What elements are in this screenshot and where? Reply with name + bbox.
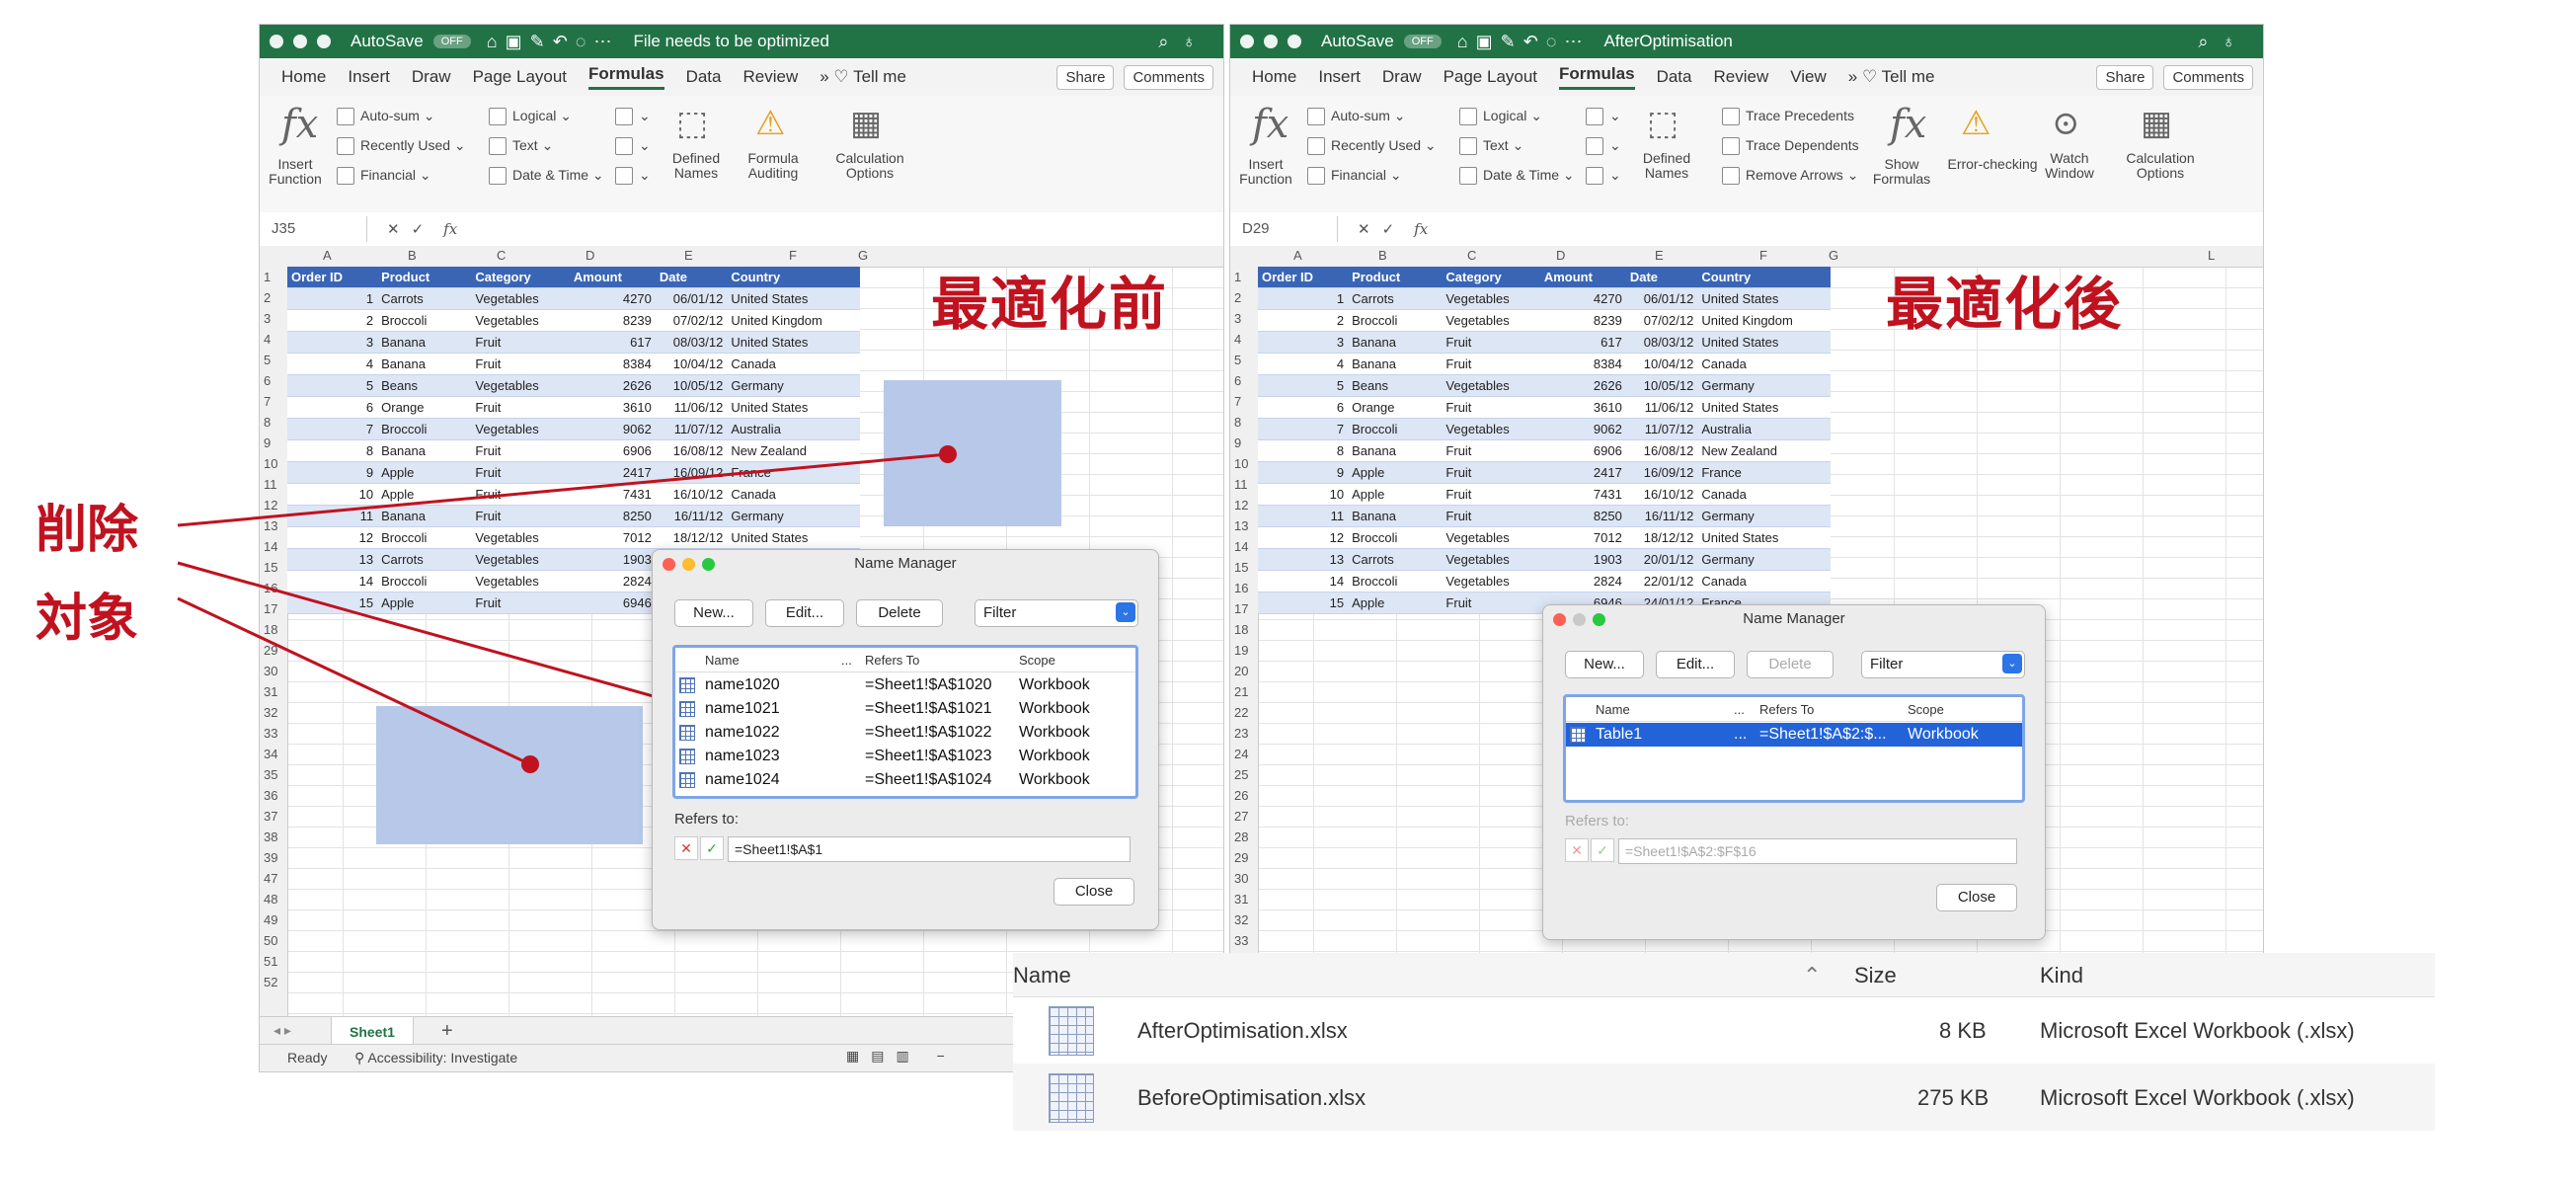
edit-button[interactable]: Edit... (765, 599, 844, 627)
table-icon (679, 676, 695, 694)
refers-cell: =Sheet1!$A$1020 (865, 676, 992, 693)
confirm-edit-icon[interactable]: ✓ (1591, 838, 1614, 862)
dialog-title: Name Manager (1743, 610, 1845, 627)
name-row[interactable]: name1020 =Sheet1!$A$1020 Workbook (675, 673, 1135, 697)
names-list[interactable]: Name ... Refers To Scope name1020 =Sheet1… (672, 645, 1138, 799)
col-dots[interactable]: ... (841, 653, 852, 668)
dots-cell: ... (1734, 726, 1748, 743)
finder-file-list: Name ⌃ Size Kind AfterOptimisation.xlsx … (1013, 953, 2435, 1164)
file-size: 8 KB (1939, 1018, 1987, 1043)
file-name: BeforeOptimisation.xlsx (1137, 1085, 1366, 1110)
col-name[interactable]: Name (705, 653, 740, 668)
arrow-line-3 (177, 596, 531, 766)
table-icon (679, 700, 695, 718)
arrow-line-1 (177, 452, 949, 527)
col-refers-to[interactable]: Refers To (1759, 702, 1814, 717)
names-list[interactable]: Name ... Refers To Scope Table1 ... =She… (1563, 694, 2025, 803)
name-cell: Table1 (1596, 726, 1643, 743)
file-row[interactable]: BeforeOptimisation.xlsx 275 KB Microsoft… (1013, 1064, 2435, 1131)
name-manager-dialog-after: Name Manager New... Edit... Delete Filte… (1542, 604, 2046, 940)
table-icon (679, 724, 695, 742)
col-dots[interactable]: ... (1734, 702, 1745, 717)
finder-header: Name ⌃ Size Kind (1013, 953, 2435, 997)
dialog-title: Name Manager (854, 555, 957, 572)
filter-select[interactable]: Filter ⌄ (1861, 651, 2025, 678)
scope-cell: Workbook (1019, 700, 1090, 717)
refers-cell: =Sheet1!$A$1024 (865, 771, 992, 788)
refers-cell: =Sheet1!$A$1022 (865, 724, 992, 741)
table-icon (679, 748, 695, 765)
filter-label: Filter (983, 604, 1017, 621)
scope-cell: Workbook (1019, 771, 1090, 788)
file-name: AfterOptimisation.xlsx (1137, 1018, 1348, 1043)
name-cell: name1020 (705, 676, 780, 693)
chevron-down-icon: ⌄ (2002, 654, 2022, 673)
sort-ascending-icon[interactable]: ⌃ (1803, 963, 1821, 988)
scope-cell: Workbook (1908, 726, 1979, 743)
name-manager-dialog-before: Name Manager New... Edit... Delete Filte… (652, 549, 1159, 930)
name-cell: name1024 (705, 771, 780, 788)
delete-button[interactable]: Delete (856, 599, 943, 627)
close-button[interactable]: Close (1054, 878, 1134, 906)
name-row[interactable]: name1024 =Sheet1!$A$1024 Workbook (675, 768, 1135, 792)
filter-select[interactable]: Filter ⌄ (975, 599, 1138, 627)
name-row-selected[interactable]: Table1 ... =Sheet1!$A$2:$... Workbook (1566, 723, 2022, 747)
chevron-down-icon: ⌄ (1116, 602, 1135, 622)
col-name[interactable]: Name (1596, 702, 1630, 717)
col-kind-header[interactable]: Kind (2040, 963, 2083, 988)
name-row[interactable]: name1021 =Sheet1!$A$1021 Workbook (675, 697, 1135, 721)
scope-cell: Workbook (1019, 748, 1090, 764)
name-cell: name1023 (705, 748, 780, 764)
cancel-edit-icon[interactable]: ✕ (1565, 838, 1589, 862)
col-size-header[interactable]: Size (1854, 963, 1897, 988)
refers-cell: =Sheet1!$A$2:$... (1759, 726, 1887, 743)
xlsx-file-icon (1049, 1073, 1094, 1123)
col-refers-to[interactable]: Refers To (865, 653, 919, 668)
close-button[interactable]: Close (1936, 884, 2017, 911)
col-name-header[interactable]: Name (1013, 963, 1071, 988)
file-size: 275 KB (1917, 1085, 1990, 1110)
cancel-edit-icon[interactable]: ✕ (674, 836, 698, 860)
table-icon (1570, 726, 1586, 744)
refers-to-input[interactable]: =Sheet1!$A$1 (728, 836, 1131, 862)
refers-to-label: Refers to: (1565, 813, 1630, 830)
name-row[interactable]: name1022 =Sheet1!$A$1022 Workbook (675, 721, 1135, 745)
name-cell: name1022 (705, 724, 780, 741)
name-row[interactable]: name1023 =Sheet1!$A$1023 Workbook (675, 745, 1135, 768)
scope-cell: Workbook (1019, 676, 1090, 693)
file-row[interactable]: AfterOptimisation.xlsx 8 KB Microsoft Ex… (1013, 996, 2435, 1064)
new-button[interactable]: New... (1565, 651, 1644, 678)
arrow-dot-3 (521, 755, 539, 773)
arrow-dot-1 (939, 445, 957, 463)
edit-button[interactable]: Edit... (1656, 651, 1735, 678)
refers-cell: =Sheet1!$A$1021 (865, 700, 992, 717)
refers-to-input[interactable]: =Sheet1!$A$2:$F$16 (1618, 838, 2017, 864)
col-scope[interactable]: Scope (1019, 653, 1055, 668)
refers-to-label: Refers to: (674, 811, 740, 828)
name-cell: name1021 (705, 700, 780, 717)
filter-label: Filter (1870, 656, 1904, 672)
new-button[interactable]: New... (674, 599, 753, 627)
file-kind: Microsoft Excel Workbook (.xlsx) (2040, 1018, 2355, 1043)
table-icon (679, 771, 695, 789)
names-list-header: Name ... Refers To Scope (675, 648, 1135, 672)
refers-cell: =Sheet1!$A$1023 (865, 748, 992, 764)
delete-button[interactable]: Delete (1747, 651, 1834, 678)
scope-cell: Workbook (1019, 724, 1090, 741)
xlsx-file-icon (1049, 1006, 1094, 1056)
file-kind: Microsoft Excel Workbook (.xlsx) (2040, 1085, 2355, 1110)
col-scope[interactable]: Scope (1908, 702, 1944, 717)
confirm-edit-icon[interactable]: ✓ (700, 836, 724, 860)
names-list-header: Name ... Refers To Scope (1566, 697, 2022, 722)
